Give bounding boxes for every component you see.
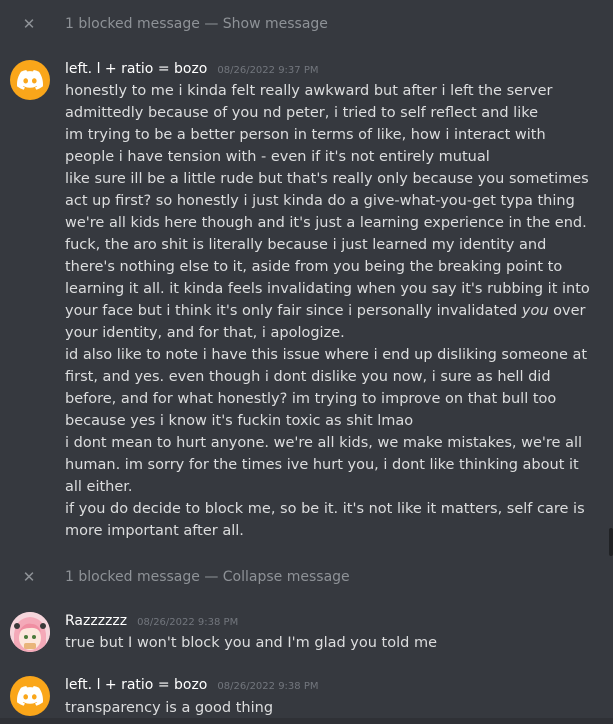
message-header: left. l + ratio = bozo 08/26/2022 9:37 P… <box>65 61 318 77</box>
username[interactable]: Razzzzzz <box>65 613 127 629</box>
message-line: more important after all. <box>65 523 244 539</box>
message-line: your face but i think it's only fair sin… <box>65 300 585 322</box>
message-text: over <box>548 303 586 319</box>
scrollbar-thumb[interactable] <box>609 528 613 556</box>
blocked-count-label: 1 blocked message <box>65 16 200 32</box>
message-line: learning it all. it kinda feels invalida… <box>65 281 590 297</box>
message-header: left. l + ratio = bozo 08/26/2022 9:38 P… <box>65 677 318 693</box>
message-line: all either. <box>65 479 133 495</box>
close-icon[interactable]: ✕ <box>20 568 38 586</box>
timestamp: 08/26/2022 9:38 PM <box>217 681 319 692</box>
blocked-message-bar-mid: ✕ 1 blocked message — Collapse message <box>0 565 613 589</box>
message-header: Razzzzzz 08/26/2022 9:38 PM <box>65 613 238 629</box>
message-line: true but I won't block you and I'm glad … <box>65 635 437 651</box>
message-line: first, and yes. even though i dont disli… <box>65 369 551 385</box>
message-line: im trying to be a better person in terms… <box>65 127 546 143</box>
close-icon[interactable]: ✕ <box>20 15 38 33</box>
message-line: if you do decide to block me, so be it. … <box>65 501 585 517</box>
collapse-message-link[interactable]: Collapse message <box>223 569 350 585</box>
message-line: honestly to me i kinda felt really awkwa… <box>65 83 553 99</box>
username[interactable]: left. l + ratio = bozo <box>65 677 207 693</box>
message-line: before, and for what honestly? im trying… <box>65 391 557 407</box>
message-text: your face but i think it's only fair sin… <box>65 303 518 319</box>
message-line: i dont mean to hurt anyone. we're all ki… <box>65 435 583 451</box>
message-line: fuck, the aro shit is literally because … <box>65 237 547 253</box>
discord-logo-icon <box>17 686 43 706</box>
avatar[interactable] <box>10 612 50 652</box>
message-line: human. im sorry for the times ive hurt y… <box>65 457 579 473</box>
separator: — <box>204 16 219 32</box>
message-line: admittedly because of you nd peter, i tr… <box>65 105 539 121</box>
message-line: transparency is a good thing <box>65 700 274 716</box>
message-line: act up first? so honestly i just kinda d… <box>65 193 575 209</box>
discord-logo-icon <box>17 70 43 90</box>
blocked-count-label: 1 blocked message <box>65 569 200 585</box>
blocked-message-text: 1 blocked message — Show message <box>65 16 328 32</box>
blocked-message-bar-top: ✕ 1 blocked message — Show message <box>0 12 613 36</box>
timestamp: 08/26/2022 9:37 PM <box>217 65 319 76</box>
message-body: honestly to me i kinda felt really awkwa… <box>65 80 590 542</box>
separator: — <box>204 569 219 585</box>
message-body: true but I won't block you and I'm glad … <box>65 632 585 654</box>
avatar[interactable] <box>10 60 50 100</box>
message-line: your identity, and for that, i apologize… <box>65 325 345 341</box>
message-line: we're all kids here though and it's just… <box>65 215 587 231</box>
message-body: transparency is a good thing <box>65 697 585 719</box>
show-message-link[interactable]: Show message <box>223 16 328 32</box>
message-line: there's nothing else to it, aside from y… <box>65 259 563 275</box>
timestamp: 08/26/2022 9:38 PM <box>137 617 239 628</box>
avatar[interactable] <box>10 676 50 716</box>
message-line: people i have tension with - even if it'… <box>65 149 490 165</box>
message-line: id also like to note i have this issue w… <box>65 347 588 363</box>
blocked-message-text: 1 blocked message — Collapse message <box>65 569 350 585</box>
emphasis-text: you <box>521 303 549 319</box>
message-line: like sure ill be a little rude but that'… <box>65 171 589 187</box>
username[interactable]: left. l + ratio = bozo <box>65 61 207 77</box>
message-line: because yes i know it's fuckin toxic as … <box>65 413 414 429</box>
composer-edge <box>0 718 613 724</box>
anime-avatar-icon <box>10 612 50 652</box>
